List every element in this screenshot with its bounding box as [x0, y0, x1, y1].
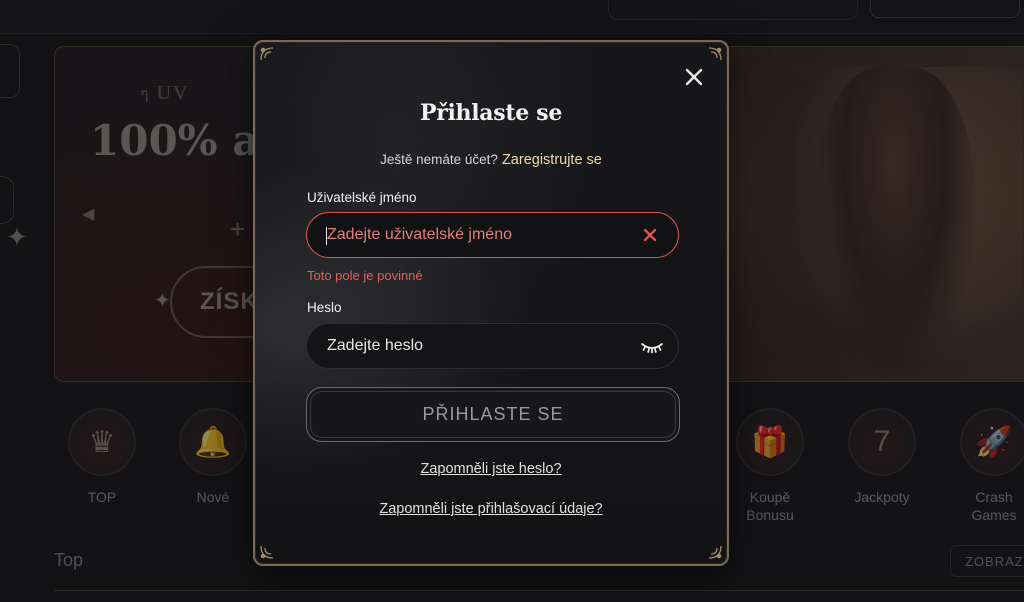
corner-ornament-icon [260, 47, 274, 61]
eye-closed-icon[interactable] [640, 338, 664, 356]
corner-ornament-icon [708, 47, 722, 61]
username-input[interactable] [327, 213, 627, 257]
clear-icon[interactable] [642, 227, 658, 243]
modal-title: Přihlaste se [419, 100, 563, 126]
corner-ornament-icon [708, 545, 722, 559]
register-prompt: Ještě nemáte účet? Zaregistrujte se [255, 152, 727, 168]
username-error: Toto pole je povinné [307, 268, 423, 283]
forgot-password-link[interactable]: Zapomněli jste heslo? [420, 461, 561, 477]
close-icon[interactable] [683, 66, 705, 88]
forgot-credentials-link[interactable]: Zapomněli jste přihlašovací údaje? [379, 501, 602, 517]
password-label: Heslo [307, 300, 342, 315]
login-modal: Přihlaste se Ještě nemáte účet? Zaregistr… [253, 40, 729, 566]
password-input[interactable] [327, 324, 627, 368]
corner-ornament-icon [260, 545, 274, 559]
register-question: Ještě nemáte účet? [380, 152, 498, 167]
username-label: Uživatelské jméno [307, 190, 417, 205]
username-field-wrapper [306, 212, 679, 258]
password-field-wrapper [306, 323, 679, 369]
forgot-password-row: Zapomněli jste heslo? [255, 460, 727, 478]
forgot-credentials-row: Zapomněli jste přihlašovací údaje? [255, 500, 727, 518]
register-link[interactable]: Zaregistrujte se [502, 152, 602, 168]
login-submit-button[interactable]: PŘIHLASTE SE [306, 387, 680, 442]
